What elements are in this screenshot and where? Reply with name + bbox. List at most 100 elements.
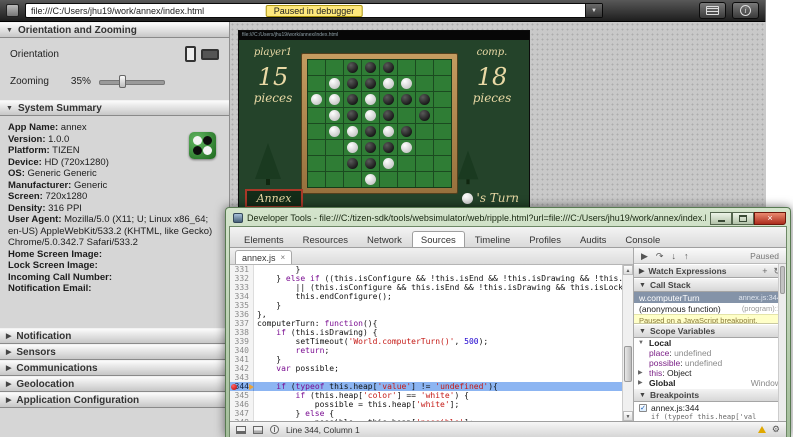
landscape-orientation-button[interactable] (201, 49, 219, 60)
scope-variable[interactable]: ▶this: Object (634, 368, 786, 378)
line-number[interactable]: 335 (230, 301, 254, 310)
section-header-geolocation[interactable]: ▶Geolocation (0, 376, 229, 392)
panels-toggle-button[interactable] (699, 2, 726, 19)
code-line[interactable]: 338 if (this.isDrawing) { (230, 328, 622, 337)
board-cell[interactable] (398, 172, 415, 187)
board-cell[interactable] (362, 124, 379, 139)
pause-on-exceptions-icon[interactable] (270, 425, 279, 434)
board-cell[interactable] (434, 76, 451, 91)
line-number[interactable]: 337 (230, 319, 254, 328)
call-stack-frame[interactable]: w.computerTurnannex.js:344 (634, 292, 786, 303)
breakpoint-icon[interactable] (231, 384, 237, 390)
code-line[interactable]: 333 || (this.isConfigure && this.isEnd &… (230, 283, 622, 292)
section-header-application-configuration[interactable]: ▶Application Configuration (0, 392, 229, 408)
code-line[interactable]: 347 } else { (230, 409, 622, 418)
code-scrollbar[interactable]: ▲ ▼ (622, 265, 633, 421)
board-cell[interactable] (398, 92, 415, 107)
board-cell[interactable] (380, 108, 397, 123)
board-cell[interactable] (308, 124, 325, 139)
scroll-up-arrow[interactable]: ▲ (623, 265, 633, 275)
line-number[interactable]: 348 (230, 418, 254, 421)
board-cell[interactable] (308, 140, 325, 155)
url-dropdown-button[interactable]: ▼ (585, 4, 602, 17)
line-number[interactable]: 336 (230, 310, 254, 319)
board-cell[interactable] (362, 108, 379, 123)
board-cell[interactable] (362, 156, 379, 171)
board-cell[interactable] (380, 124, 397, 139)
board-cell[interactable] (326, 140, 343, 155)
board-cell[interactable] (380, 156, 397, 171)
line-number[interactable]: 333 (230, 283, 254, 292)
board-cell[interactable] (344, 92, 361, 107)
code-line[interactable]: 335 } (230, 301, 622, 310)
board-cell[interactable] (398, 108, 415, 123)
board-cell[interactable] (308, 156, 325, 171)
board-cell[interactable] (308, 60, 325, 75)
board-cell[interactable] (308, 172, 325, 187)
board-cell[interactable] (308, 108, 325, 123)
code-line[interactable]: 339 setTimeout('World.computerTurn()', 5… (230, 337, 622, 346)
zoom-slider[interactable] (99, 75, 165, 88)
board-cell[interactable] (326, 156, 343, 171)
board-cell[interactable] (344, 108, 361, 123)
board-cell[interactable] (434, 172, 451, 187)
tab-elements[interactable]: Elements (235, 231, 293, 247)
warning-icon[interactable] (758, 426, 766, 433)
breakpoints-header[interactable]: ▼ Breakpoints (634, 388, 786, 402)
call-stack-header[interactable]: ▼ Call Stack (634, 278, 786, 292)
board-cell[interactable] (362, 92, 379, 107)
board-cell[interactable] (416, 140, 433, 155)
line-number[interactable]: 344 (230, 382, 254, 391)
line-number[interactable]: 343 (230, 373, 254, 382)
scope-variable[interactable]: place: undefined (634, 348, 786, 358)
board-cell[interactable] (434, 92, 451, 107)
board-cell[interactable] (326, 76, 343, 91)
board-cell[interactable] (326, 172, 343, 187)
tab-network[interactable]: Network (358, 231, 411, 247)
tab-timeline[interactable]: Timeline (466, 231, 520, 247)
code-line[interactable]: 340 return; (230, 346, 622, 355)
section-header-notification[interactable]: ▶Notification (0, 328, 229, 344)
devtools-window[interactable]: Developer Tools - file:///C:/tizen-sdk/t… (225, 207, 791, 437)
close-icon[interactable]: × (281, 253, 286, 262)
board-cell[interactable] (416, 124, 433, 139)
devtools-titlebar[interactable]: Developer Tools - file:///C:/tizen-sdk/t… (229, 208, 787, 226)
board-cell[interactable] (398, 76, 415, 91)
board-cell[interactable] (308, 92, 325, 107)
board-cell[interactable] (362, 140, 379, 155)
board-cell[interactable] (434, 108, 451, 123)
app-menu-icon[interactable] (6, 4, 19, 17)
code-area[interactable]: 331 }332 } else if ((this.isConfigure &&… (230, 265, 622, 421)
board-cell[interactable] (380, 140, 397, 155)
scope-global-group[interactable]: ▶ Global Window (634, 378, 786, 388)
tab-profiles[interactable]: Profiles (520, 231, 570, 247)
code-line[interactable]: 345 if (this.heap['color'] == 'white') { (230, 391, 622, 400)
board-cell[interactable] (326, 60, 343, 75)
code-line[interactable]: 343 (230, 373, 622, 382)
maximize-button[interactable] (732, 212, 754, 225)
code-line[interactable]: 341 } (230, 355, 622, 364)
scroll-down-arrow[interactable]: ▼ (623, 411, 633, 421)
code-line[interactable]: 331 } (230, 265, 622, 274)
board-cell[interactable] (380, 76, 397, 91)
board-cell[interactable] (398, 60, 415, 75)
board-cell[interactable] (434, 156, 451, 171)
line-number[interactable]: 341 (230, 355, 254, 364)
line-number[interactable]: 332 (230, 274, 254, 283)
scope-variables-header[interactable]: ▼ Scope Variables (634, 324, 786, 338)
board-cell[interactable] (380, 172, 397, 187)
board-cell[interactable] (416, 172, 433, 187)
line-number[interactable]: 345 (230, 391, 254, 400)
watch-expressions-header[interactable]: ▶ Watch Expressions + ↻ (634, 264, 786, 278)
scrollbar-thumb[interactable] (624, 346, 632, 382)
board-cell[interactable] (416, 60, 433, 75)
line-number[interactable]: 338 (230, 328, 254, 337)
resume-button[interactable]: ▶ (641, 249, 648, 263)
checkbox-checked-icon[interactable]: ✓ (639, 404, 647, 412)
board-cell[interactable] (344, 140, 361, 155)
game-board[interactable] (301, 53, 458, 194)
portrait-orientation-button[interactable] (185, 46, 196, 62)
board-cell[interactable] (380, 60, 397, 75)
zoom-slider-thumb[interactable] (119, 75, 126, 88)
board-cell[interactable] (326, 108, 343, 123)
